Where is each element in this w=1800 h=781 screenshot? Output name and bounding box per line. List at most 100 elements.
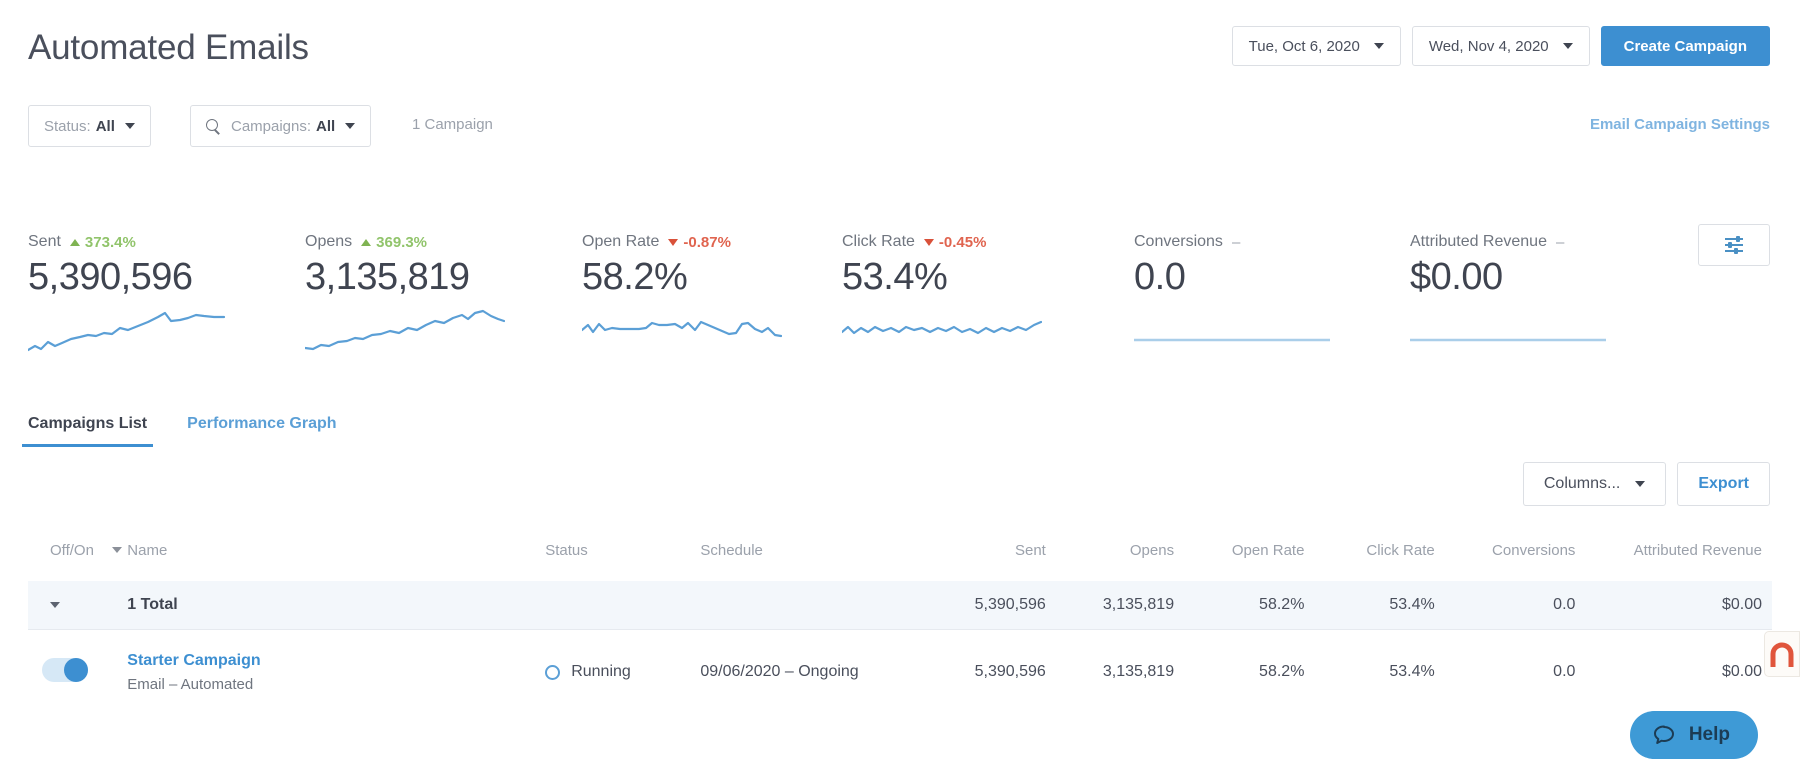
campaign-type-label: Email – Automated — [127, 675, 254, 693]
total-row-opens: 3,135,819 — [1045, 581, 1175, 630]
date-range-end-label: Wed, Nov 4, 2020 — [1428, 37, 1549, 55]
email-campaign-settings-link[interactable]: Email Campaign Settings — [1590, 116, 1770, 133]
kpi-value: 3,135,819 — [305, 256, 470, 298]
metrics-settings-button[interactable] — [1698, 224, 1770, 266]
table-total-row: 1 Total 5,390,596 3,135,819 58.2% 53.4% … — [28, 581, 1772, 630]
table-toolbar: Columns... Export — [1522, 462, 1770, 506]
kpi-delta-value: -0.45% — [938, 233, 987, 251]
column-header-status[interactable]: Status — [545, 534, 700, 581]
column-header-sent[interactable]: Sent — [918, 534, 1046, 581]
view-tabs: Campaigns List Performance Graph — [21, 415, 337, 447]
kpi-value: 0.0 — [1134, 256, 1186, 298]
date-range-end[interactable]: Wed, Nov 4, 2020 — [1411, 26, 1590, 66]
kpi-delta: 369.3% — [361, 234, 427, 251]
columns-dropdown-button[interactable]: Columns... — [1522, 462, 1667, 506]
kpi-delta-value: 369.3% — [376, 233, 428, 251]
sparkline-open-rate — [582, 320, 782, 337]
sliders-icon — [1725, 236, 1743, 254]
total-row-schedule — [700, 581, 918, 630]
kpi-label: Attributed Revenue — [1410, 233, 1547, 250]
automated-emails-page: Automated Emails Tue, Oct 6, 2020 Wed, N… — [0, 0, 1800, 781]
row-schedule: 09/06/2020 – Ongoing — [700, 663, 859, 680]
status-filter-dropdown[interactable]: Status: All — [28, 105, 151, 147]
column-header-schedule[interactable]: Schedule — [700, 534, 917, 581]
filter-bar: Status: All Campaigns: All 1 Campaign Em… — [0, 105, 1800, 163]
total-row-click-rate: 53.4% — [1304, 581, 1435, 630]
column-header-name[interactable]: Name — [127, 534, 545, 581]
kpi-delta: – — [1231, 233, 1241, 251]
create-campaign-button[interactable]: Create Campaign — [1600, 26, 1770, 66]
row-sent: 5,390,596 — [974, 663, 1046, 680]
tab-performance-graph[interactable]: Performance Graph — [187, 415, 336, 447]
kpi-card-conversions: Conversions – 0.0 — [1134, 232, 1334, 344]
page-title: Automated Emails — [28, 28, 309, 67]
total-row-open-rate: 58.2% — [1174, 581, 1305, 630]
column-header-open-rate[interactable]: Open Rate — [1174, 534, 1305, 581]
row-status-cell: Running — [545, 629, 700, 715]
kpi-delta: -0.87% — [668, 234, 731, 251]
chevron-down-icon — [1635, 481, 1646, 487]
kpi-summary-row: Sent 373.4% 5,390,596 Opens 369.3% 3,135… — [0, 224, 1800, 382]
date-range-start[interactable]: Tue, Oct 6, 2020 — [1231, 26, 1401, 66]
total-row-status — [545, 581, 701, 630]
row-click-rate: 53.4% — [1389, 663, 1435, 680]
status-running-icon — [545, 664, 561, 680]
row-name-cell: Starter Campaign Email – Automated — [127, 629, 545, 715]
row-conversions: 0.0 — [1553, 663, 1576, 680]
kpi-card-attributed-revenue: Attributed Revenue – $0.00 — [1410, 232, 1610, 344]
column-header-click-rate[interactable]: Click Rate — [1304, 534, 1434, 581]
kpi-label: Click Rate — [842, 233, 915, 250]
table-header: Off/On Name Status Schedule Sent Opens O… — [28, 534, 1772, 581]
row-opens: 3,135,819 — [1102, 663, 1175, 680]
search-icon — [206, 118, 221, 134]
sparkline-sent — [28, 311, 226, 351]
help-button[interactable]: Help — [1629, 711, 1758, 759]
total-row-revenue: $0.00 — [1575, 581, 1772, 630]
sort-descending-icon[interactable] — [112, 547, 123, 554]
kpi-card-open-rate: Open Rate -0.87% 58.2% — [582, 232, 782, 354]
trend-up-icon — [69, 238, 80, 246]
table-body: 1 Total 5,390,596 3,135,819 58.2% 53.4% … — [28, 581, 1772, 715]
campaign-name-link[interactable]: Starter Campaign — [127, 652, 545, 670]
trend-down-icon — [923, 238, 934, 246]
row-revenue: $0.00 — [1721, 663, 1762, 680]
total-row-sent: 5,390,596 — [917, 581, 1046, 630]
column-header-opens[interactable]: Opens — [1046, 534, 1174, 581]
total-row-label: 1 Total — [127, 581, 546, 630]
expand-collapse-icon[interactable] — [50, 601, 60, 608]
column-header-conversions[interactable]: Conversions — [1435, 534, 1575, 581]
kpi-card-opens: Opens 369.3% 3,135,819 — [305, 232, 505, 354]
campaigns-filter-dropdown[interactable]: Campaigns: All — [190, 105, 372, 147]
kpi-value: 58.2% — [582, 256, 688, 298]
column-header-offon[interactable]: Off/On — [28, 534, 127, 581]
trend-up-icon — [361, 238, 372, 246]
status-label: Running — [571, 663, 631, 680]
date-range-start-label: Tue, Oct 6, 2020 — [1248, 37, 1360, 55]
kpi-card-sent: Sent 373.4% 5,390,596 — [28, 232, 228, 354]
sparkline-opens — [305, 309, 505, 350]
help-button-label: Help — [1688, 724, 1730, 745]
kpi-delta: – — [1555, 233, 1565, 251]
kpi-label: Conversions — [1134, 233, 1223, 250]
magnet-icon — [1770, 642, 1794, 667]
kpi-label: Open Rate — [582, 233, 660, 250]
tab-campaigns-list[interactable]: Campaigns List — [21, 415, 154, 447]
campaign-count: 1 Campaign — [412, 116, 493, 133]
campaign-on-off-toggle[interactable] — [42, 657, 88, 682]
kpi-card-click-rate: Click Rate -0.45% 53.4% — [842, 232, 1042, 354]
table-row: Starter Campaign Email – Automated Runni… — [28, 629, 1772, 715]
kpi-value: $0.00 — [1410, 256, 1503, 298]
sparkline-click-rate — [842, 320, 1042, 334]
notification-corner-badge[interactable] — [1764, 631, 1800, 677]
export-button[interactable]: Export — [1677, 462, 1770, 506]
trend-down-icon — [668, 238, 679, 246]
table-header-row: Off/On Name Status Schedule Sent Opens O… — [28, 534, 1772, 581]
chevron-down-icon — [124, 123, 135, 129]
row-toggle-cell — [28, 629, 127, 715]
total-row-expand-cell — [28, 581, 128, 630]
sparkline-attributed-revenue — [1410, 338, 1606, 342]
chevron-down-icon — [1373, 43, 1384, 49]
column-header-label: Off/On — [50, 542, 94, 559]
column-header-attributed-revenue[interactable]: Attributed Revenue — [1575, 534, 1772, 581]
kpi-delta: -0.45% — [923, 233, 987, 251]
